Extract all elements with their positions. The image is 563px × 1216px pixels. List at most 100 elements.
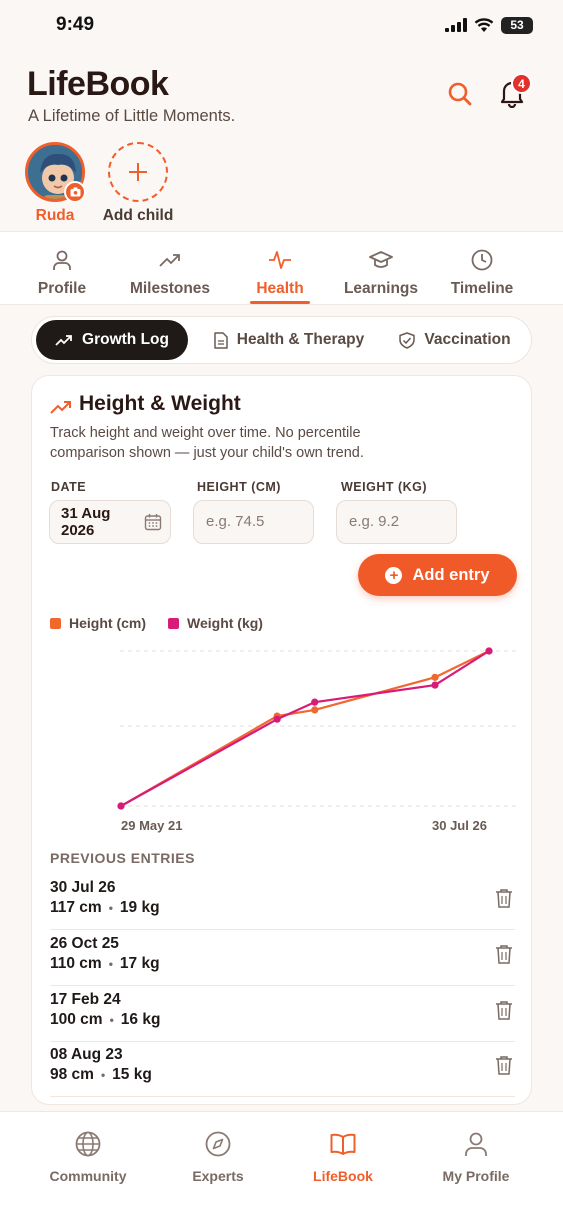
tab-label: Milestones (129, 280, 211, 297)
status-bar: 9:49 53 (0, 0, 563, 50)
x-tick-start: 29 May 21 (121, 818, 183, 833)
entry-date: 26 Oct 25 (50, 935, 119, 952)
app-title: LifeBook (27, 65, 169, 103)
entry-weight: 17 kg (119, 955, 160, 972)
calendar-icon (144, 514, 162, 531)
tab-label: Learnings (343, 280, 419, 297)
growth-chart (117, 647, 516, 810)
child-name-ruda[interactable]: Ruda (25, 207, 85, 225)
tab-label: Timeline (450, 280, 514, 297)
entry-values: 117 cm • 19 kg (50, 899, 160, 917)
entry-date: 08 Aug 23 (50, 1046, 123, 1063)
add-entry-label: Add entry (412, 565, 490, 584)
entry-row: 30 Jul 26 117 cm • 19 kg (50, 874, 515, 930)
entry-row: 26 Oct 25 110 cm • 17 kg (50, 930, 515, 986)
entry-separator: • (108, 957, 113, 971)
tab-milestones[interactable]: Milestones (119, 232, 221, 306)
entry-date: 30 Jul 26 (50, 879, 116, 896)
data-point-weight (311, 698, 319, 706)
tab-label: Profile (37, 280, 87, 297)
subtab-health-therapy[interactable]: Health & Therapy (204, 320, 374, 360)
nav-lifebook[interactable]: LifeBook (288, 1130, 398, 1184)
legend-height: Height (cm) (50, 615, 146, 631)
entry-values: 98 cm • 15 kg (50, 1066, 152, 1084)
delete-entry-trash-icon[interactable] (495, 1055, 513, 1075)
subtab-label: Growth Log (82, 331, 169, 348)
entry-separator: • (109, 1013, 114, 1027)
height-input[interactable]: e.g. 74.5 (193, 500, 314, 544)
date-field[interactable]: 31 Aug 2026 (49, 500, 171, 544)
entry-weight: 16 kg (120, 1011, 161, 1028)
nav-my-profile[interactable]: My Profile (421, 1130, 531, 1184)
entry-row: 08 Aug 23 98 cm • 15 kg (50, 1041, 515, 1097)
search-icon (448, 82, 472, 106)
data-point-weight (273, 715, 281, 723)
entry-values: 110 cm • 17 kg (50, 955, 160, 973)
app-header: LifeBook A Lifetime of Little Moments. 4 (0, 50, 563, 230)
entry-separator: • (108, 901, 113, 915)
person-icon (465, 1132, 487, 1156)
camera-icon (70, 187, 80, 197)
tab-health[interactable]: Health (250, 232, 310, 306)
document-icon (214, 331, 228, 349)
tab-learnings[interactable]: Learnings (336, 232, 426, 306)
delete-entry-trash-icon[interactable] (495, 944, 513, 964)
weight-placeholder: e.g. 9.2 (349, 513, 400, 530)
nav-label: Community (49, 1168, 127, 1184)
entry-height: 110 cm (50, 955, 102, 972)
tab-label: Health (256, 280, 304, 297)
section-tabs: Profile Milestones Health Learnings Time… (0, 231, 563, 305)
health-subtabs: Growth Log Health & Therapy Vaccination (31, 316, 532, 364)
data-point-weight (117, 802, 125, 810)
weight-input[interactable]: e.g. 9.2 (336, 500, 457, 544)
person-icon (53, 250, 71, 270)
weight-field-label: WEIGHT (KG) (341, 480, 428, 494)
subtab-label: Health & Therapy (236, 331, 365, 348)
x-tick-end: 30 Jul 26 (432, 818, 487, 833)
delete-entry-trash-icon[interactable] (495, 1000, 513, 1020)
legend-weight: Weight (kg) (168, 615, 263, 631)
entry-values: 100 cm • 16 kg (50, 1011, 160, 1029)
cellular-signal-icon (445, 18, 467, 32)
subtab-vaccination[interactable]: Vaccination (390, 320, 520, 360)
date-value-year: 2026 (61, 522, 95, 539)
globe-icon (75, 1131, 101, 1157)
trend-up-icon (159, 254, 180, 267)
nav-label: Experts (192, 1168, 244, 1184)
entry-date: 17 Feb 24 (50, 991, 121, 1008)
subtab-growth-log[interactable]: Growth Log (36, 320, 188, 360)
wifi-icon (474, 17, 494, 32)
search-button[interactable] (446, 80, 474, 108)
date-value: 31 Aug 2026 (61, 505, 141, 539)
data-point-weight (431, 681, 439, 689)
legend-swatch-height (50, 617, 61, 629)
data-point-weight (485, 647, 493, 655)
nav-community[interactable]: Community (33, 1130, 143, 1184)
battery-indicator: 53 (501, 16, 533, 34)
entry-height: 98 cm (50, 1066, 94, 1083)
plus-icon (129, 163, 147, 181)
plus-circle-icon: + (385, 566, 403, 584)
entry-height: 117 cm (50, 899, 102, 916)
height-placeholder: e.g. 74.5 (206, 513, 265, 530)
add-entry-button[interactable]: + Add entry (358, 554, 517, 596)
add-child-button[interactable] (108, 142, 168, 202)
pulse-icon (269, 251, 291, 269)
change-photo-button[interactable] (64, 181, 86, 203)
date-field-label: DATE (51, 480, 87, 494)
trend-up-icon (55, 335, 72, 346)
previous-entries-heading: PREVIOUS ENTRIES (50, 850, 195, 866)
add-child-label[interactable]: Add child (96, 207, 180, 225)
tab-timeline[interactable]: Timeline (444, 232, 520, 306)
delete-entry-trash-icon[interactable] (495, 888, 513, 908)
date-value-day: 31 Aug (61, 505, 111, 522)
data-point-height (431, 673, 439, 681)
entry-height: 100 cm (50, 1011, 103, 1028)
status-time: 9:49 (56, 14, 95, 35)
trend-up-icon (50, 401, 71, 414)
subtab-label: Vaccination (424, 331, 511, 348)
entry-separator: • (100, 1068, 106, 1082)
app-tagline: A Lifetime of Little Moments. (28, 107, 236, 125)
nav-experts[interactable]: Experts (163, 1130, 273, 1184)
tab-profile[interactable]: Profile (22, 232, 102, 306)
